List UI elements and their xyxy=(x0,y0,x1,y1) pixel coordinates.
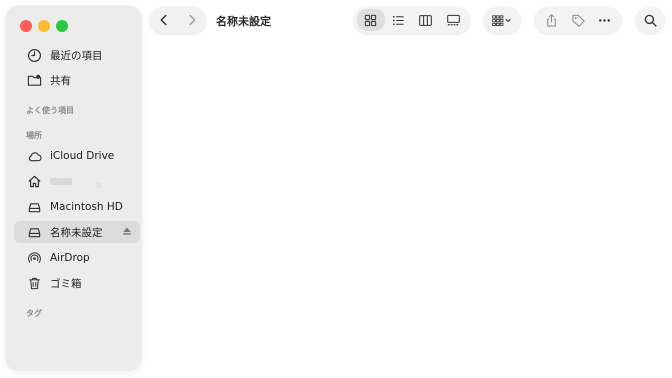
zoom-window-button[interactable] xyxy=(56,20,68,32)
group-icon xyxy=(492,14,511,26)
section-label-tags: タグ xyxy=(26,309,42,318)
sidebar-item-label: 最近の項目 xyxy=(50,49,103,62)
share-icon xyxy=(547,13,556,27)
icon-view-button[interactable] xyxy=(357,9,385,31)
navigation-buttons xyxy=(150,7,206,33)
sidebar-item-label: iCloud Drive xyxy=(50,150,115,162)
columns-icon xyxy=(419,14,433,26)
chevron-left-icon xyxy=(160,14,167,26)
sidebar-item-macintosh-hd[interactable]: Macintosh HD xyxy=(20,196,140,218)
minimize-window-button[interactable] xyxy=(38,20,50,32)
more-button[interactable] xyxy=(591,9,618,31)
window-title: 名称未設定 xyxy=(216,15,271,28)
forward-button[interactable] xyxy=(178,7,206,33)
sidebar-item-label: AirDrop xyxy=(50,252,90,264)
icon-grid-icon xyxy=(365,14,377,26)
section-label-locations: 場所 xyxy=(26,131,42,140)
sidebar-item-label: Macintosh HD xyxy=(50,201,123,213)
group-by-group xyxy=(484,7,520,33)
search-icon xyxy=(644,14,657,27)
gallery-view-button[interactable] xyxy=(440,9,468,31)
external-drive-icon xyxy=(26,224,42,240)
sidebar-item-icloud-drive[interactable]: iCloud Drive xyxy=(20,145,140,167)
home-icon xyxy=(26,173,42,189)
more-icon xyxy=(599,18,611,22)
sidebar-item-label: 名称未設定 xyxy=(50,226,103,239)
group-by-button[interactable] xyxy=(487,9,517,31)
share-button[interactable] xyxy=(538,9,565,31)
cloud-icon xyxy=(26,148,42,164)
column-view-button[interactable] xyxy=(412,9,440,31)
tag-icon xyxy=(571,14,585,27)
finder-window: 最近の項目 共有 よく使う項目 場所 iCloud Drive Macintos… xyxy=(0,0,672,378)
actions-group xyxy=(535,7,621,33)
sidebar-item-airdrop[interactable]: AirDrop xyxy=(20,247,140,269)
list-view-button[interactable] xyxy=(385,9,413,31)
sidebar-item-recents[interactable]: 最近の項目 xyxy=(20,44,140,66)
tag-button[interactable] xyxy=(565,9,592,31)
sidebar-item-trash[interactable]: ゴミ箱 xyxy=(20,272,140,294)
sidebar-item-untitled-volume[interactable]: 名称未設定 xyxy=(14,221,140,243)
back-button[interactable] xyxy=(150,7,178,33)
redacted-mark xyxy=(96,182,102,188)
close-window-button[interactable] xyxy=(20,20,32,32)
airdrop-icon xyxy=(26,250,42,266)
chevron-right-icon xyxy=(189,14,196,26)
sidebar-item-shared[interactable]: 共有 xyxy=(20,69,140,91)
sidebar-item-label: 共有 xyxy=(50,74,71,87)
traffic-lights xyxy=(20,20,68,32)
shared-folder-icon xyxy=(26,72,42,88)
hard-drive-icon xyxy=(26,199,42,215)
sidebar-item-home[interactable] xyxy=(20,170,140,192)
file-browser-content[interactable] xyxy=(145,40,672,378)
list-icon xyxy=(392,15,404,25)
search-button[interactable] xyxy=(636,9,664,31)
gallery-icon xyxy=(446,14,460,25)
view-mode-group xyxy=(354,7,470,33)
trash-icon xyxy=(26,275,42,291)
redacted-user-name xyxy=(50,177,72,185)
clock-icon xyxy=(26,47,42,63)
sidebar: 最近の項目 共有 よく使う項目 場所 iCloud Drive Macintos… xyxy=(6,6,141,370)
search-group xyxy=(636,7,664,33)
section-label-favorites: よく使う項目 xyxy=(26,106,74,115)
eject-icon[interactable] xyxy=(122,226,132,236)
sidebar-item-label: ゴミ箱 xyxy=(50,277,82,290)
